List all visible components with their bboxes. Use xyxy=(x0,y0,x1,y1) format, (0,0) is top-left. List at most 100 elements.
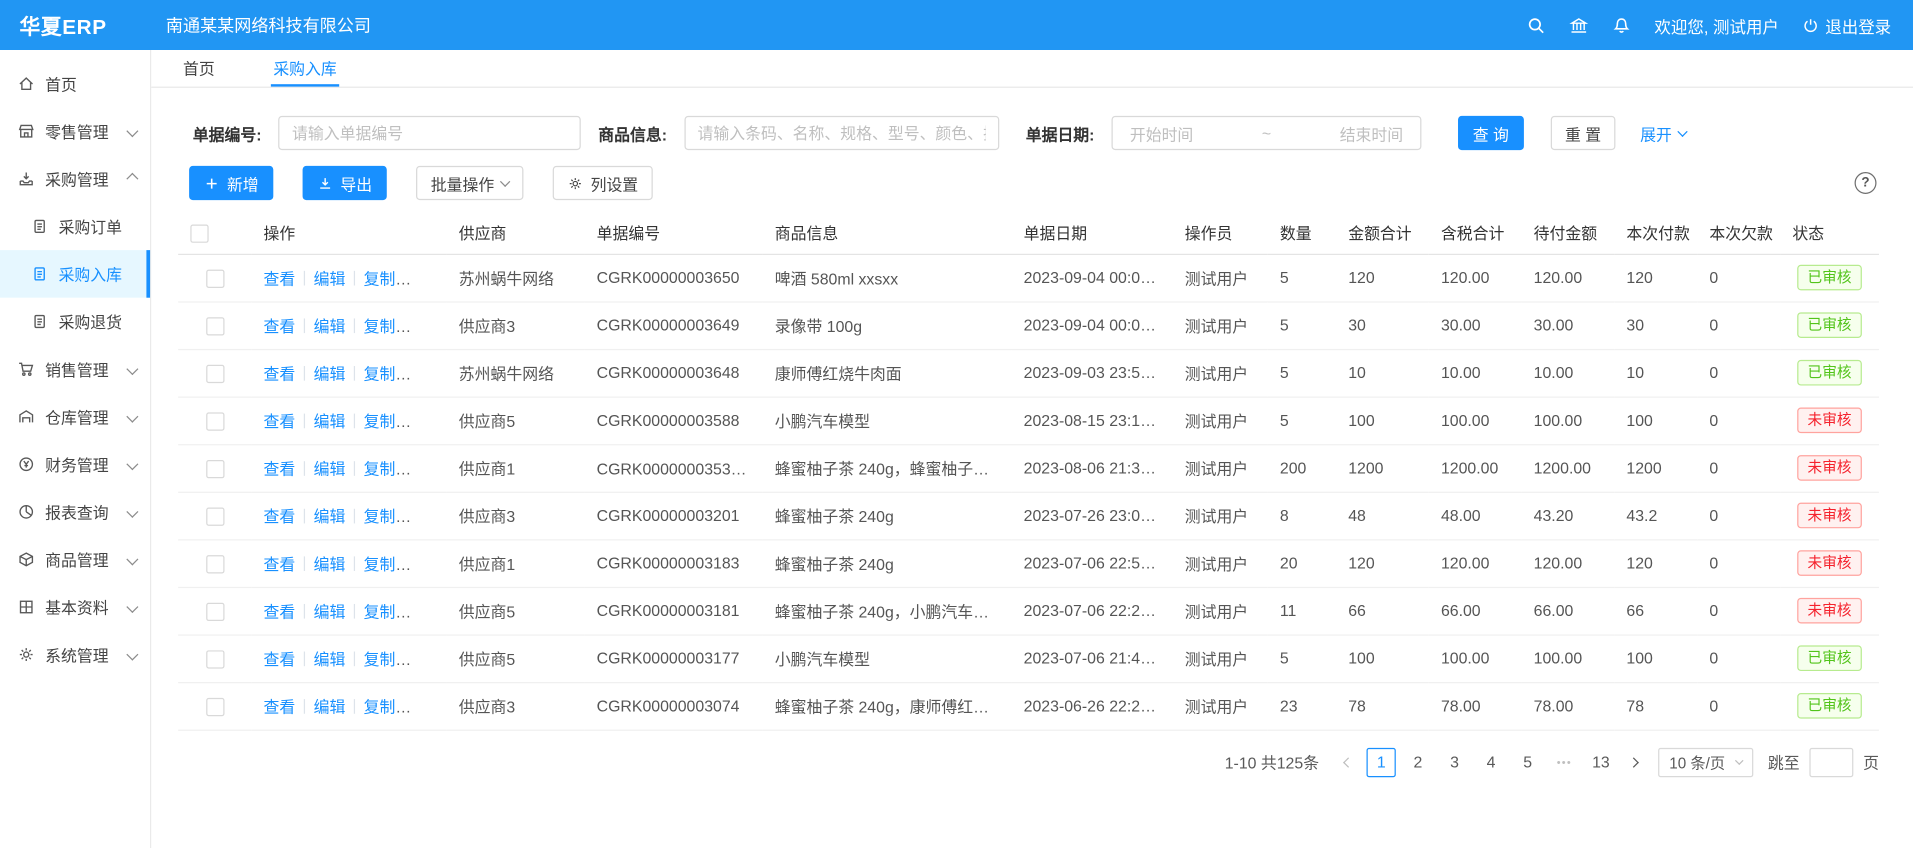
row-checkbox[interactable] xyxy=(206,269,224,287)
delete-link[interactable]: 删除 xyxy=(414,317,446,335)
tab-home[interactable]: 首页 xyxy=(181,50,218,87)
row-checkbox[interactable] xyxy=(206,507,224,525)
row-checkbox[interactable] xyxy=(206,317,224,335)
page-number[interactable]: 2 xyxy=(1403,747,1432,776)
sidebar-item-purchase-return[interactable]: 采购退货 xyxy=(0,298,150,346)
page-number[interactable]: 13 xyxy=(1586,747,1615,776)
edit-link[interactable]: 编辑 xyxy=(314,650,346,668)
download-icon xyxy=(317,175,333,191)
edit-link[interactable]: 编辑 xyxy=(314,603,346,621)
edit-link[interactable]: 编辑 xyxy=(314,365,346,383)
copy-link[interactable]: 复制 xyxy=(364,270,412,288)
row-checkbox[interactable] xyxy=(206,412,224,430)
copy-link[interactable]: 复制 xyxy=(364,650,412,668)
row-checkbox[interactable] xyxy=(206,650,224,668)
expand-link[interactable]: 展开 xyxy=(1640,121,1686,144)
row-checkbox[interactable] xyxy=(206,555,224,573)
view-link[interactable]: 查看 xyxy=(264,412,296,430)
sidebar-item-label: 系统管理 xyxy=(45,643,108,666)
help-icon[interactable]: ? xyxy=(1855,172,1877,194)
next-page-button[interactable] xyxy=(1619,747,1648,776)
copy-link[interactable]: 复制 xyxy=(364,317,412,335)
view-link[interactable]: 查看 xyxy=(264,650,296,668)
delete-link[interactable]: 删除 xyxy=(414,698,446,716)
page-number[interactable]: 5 xyxy=(1513,747,1542,776)
bill-no-cell: CGRK00000003177 xyxy=(584,634,762,682)
sidebar-item-label: 销售管理 xyxy=(45,357,108,380)
page-size-select[interactable]: 10 条/页 xyxy=(1658,747,1753,776)
sidebar-item-goods[interactable]: 商品管理 xyxy=(0,536,150,584)
page-number[interactable]: 3 xyxy=(1440,747,1469,776)
edit-link[interactable]: 编辑 xyxy=(314,460,346,478)
sidebar-item-basic-data[interactable]: 基本资料 xyxy=(0,583,150,631)
payment-cell: 120 xyxy=(1614,254,1697,302)
sidebar-item-purchase-inbound[interactable]: 采购入库 xyxy=(0,250,150,298)
view-link[interactable]: 查看 xyxy=(264,508,296,526)
copy-link[interactable]: 复制 xyxy=(364,365,412,383)
copy-link[interactable]: 复制 xyxy=(364,412,412,430)
edit-link[interactable]: 编辑 xyxy=(314,317,346,335)
row-checkbox[interactable] xyxy=(206,459,224,477)
export-button[interactable]: 导出 xyxy=(303,166,387,200)
delete-link[interactable]: 删除 xyxy=(414,650,446,668)
column-settings-button[interactable]: 列设置 xyxy=(553,166,653,200)
view-link[interactable]: 查看 xyxy=(264,365,296,383)
qty-cell: 23 xyxy=(1268,682,1336,730)
delete-link[interactable]: 删除 xyxy=(414,555,446,573)
sidebar-item-home[interactable]: 首页 xyxy=(0,60,150,108)
view-link[interactable]: 查看 xyxy=(264,317,296,335)
sidebar-item-purchase[interactable]: 采购管理 xyxy=(0,155,150,203)
copy-link[interactable]: 复制 xyxy=(364,460,412,478)
copy-link[interactable]: 复制 xyxy=(364,508,412,526)
jump-page-input[interactable] xyxy=(1809,747,1853,776)
view-link[interactable]: 查看 xyxy=(264,270,296,288)
page-number[interactable]: ••• xyxy=(1550,747,1579,776)
reset-button[interactable]: 重 置 xyxy=(1550,116,1615,150)
tab-purchase-inbound[interactable]: 采购入库 xyxy=(271,50,339,87)
edit-link[interactable]: 编辑 xyxy=(314,698,346,716)
sidebar-item-finance[interactable]: 财务管理 xyxy=(0,440,150,488)
edit-link[interactable]: 编辑 xyxy=(314,412,346,430)
batch-operations-button[interactable]: 批量操作 xyxy=(416,166,523,200)
sidebar-item-warehouse[interactable]: 仓库管理 xyxy=(0,393,150,441)
sidebar-item-system[interactable]: 系统管理 xyxy=(0,631,150,679)
edit-link[interactable]: 编辑 xyxy=(314,555,346,573)
view-link[interactable]: 查看 xyxy=(264,555,296,573)
edit-link[interactable]: 编辑 xyxy=(314,270,346,288)
view-link[interactable]: 查看 xyxy=(264,698,296,716)
row-checkbox[interactable] xyxy=(206,364,224,382)
bill-no-input[interactable] xyxy=(279,116,582,150)
logout-button[interactable]: 退出登录 xyxy=(1802,13,1891,37)
delete-link[interactable]: 删除 xyxy=(414,603,446,621)
delete-link[interactable]: 删除 xyxy=(414,460,446,478)
sidebar-item-retail[interactable]: 零售管理 xyxy=(0,107,150,155)
delete-link[interactable]: 删除 xyxy=(414,365,446,383)
select-all-checkbox[interactable] xyxy=(190,224,208,242)
prev-page-button[interactable] xyxy=(1334,747,1363,776)
sidebar-item-sales[interactable]: 销售管理 xyxy=(0,345,150,393)
delete-link[interactable]: 删除 xyxy=(414,508,446,526)
copy-link[interactable]: 复制 xyxy=(364,698,412,716)
view-link[interactable]: 查看 xyxy=(264,603,296,621)
delete-link[interactable]: 删除 xyxy=(414,412,446,430)
add-button[interactable]: 新增 xyxy=(189,166,273,200)
row-checkbox[interactable] xyxy=(206,697,224,715)
row-checkbox[interactable] xyxy=(206,602,224,620)
delete-link[interactable]: 删除 xyxy=(414,270,446,288)
sidebar-item-purchase-order[interactable]: 采购订单 xyxy=(0,203,150,251)
view-link[interactable]: 查看 xyxy=(264,460,296,478)
search-icon[interactable] xyxy=(1526,15,1546,35)
page-number[interactable]: 1 xyxy=(1367,747,1396,776)
material-input[interactable] xyxy=(684,116,999,150)
table-row: 查看编辑复制删除 供应商5 CGRK00000003588 小鹏汽车模型 202… xyxy=(178,397,1879,445)
edit-link[interactable]: 编辑 xyxy=(314,508,346,526)
page-number[interactable]: 4 xyxy=(1476,747,1505,776)
material-cell: 蜂蜜柚子茶 240g，康师傅红烧牛肉... xyxy=(763,682,1012,730)
copy-link[interactable]: 复制 xyxy=(364,603,412,621)
bank-icon[interactable] xyxy=(1569,15,1589,35)
search-button[interactable]: 查 询 xyxy=(1458,116,1523,150)
copy-link[interactable]: 复制 xyxy=(364,555,412,573)
date-range-picker[interactable]: 开始时间 ~ 结束时间 xyxy=(1112,116,1422,150)
sidebar-item-reports[interactable]: 报表查询 xyxy=(0,488,150,536)
bell-icon[interactable] xyxy=(1612,15,1632,35)
